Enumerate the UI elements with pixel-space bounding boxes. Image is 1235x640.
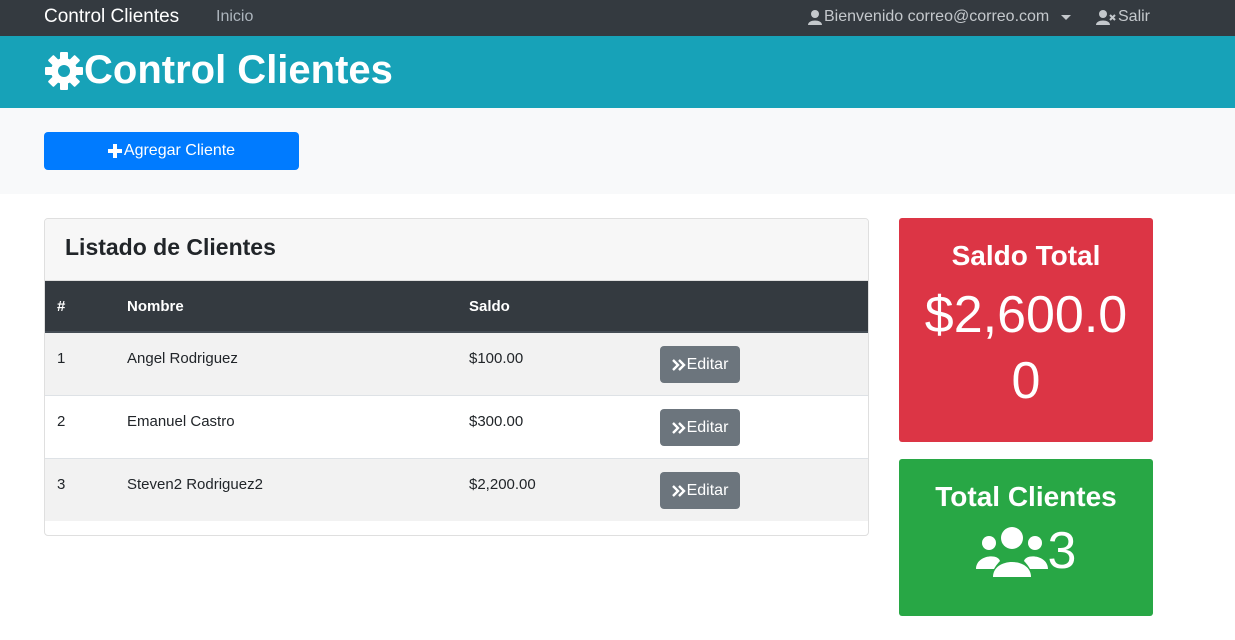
saldo-total-card: Saldo Total $2,600.00 [899,218,1153,442]
page-header: Control Clientes [0,36,1235,108]
double-chevron-right-icon [671,358,686,371]
double-chevron-right-icon [671,484,686,497]
user-icon [808,9,822,25]
column-header-num: # [45,281,127,333]
nav-link-inicio[interactable]: Inicio [216,8,253,26]
double-chevron-right-icon [671,421,686,434]
edit-button[interactable]: Editar [660,472,740,509]
edit-button[interactable]: Editar [660,346,740,383]
client-name: Angel Rodriguez [127,350,238,367]
caret-down-icon [1061,14,1072,20]
table-header-row: # Nombre Saldo [45,281,868,333]
logout-link[interactable]: Salir [1096,8,1150,26]
add-client-label: Agregar Cliente [123,142,236,159]
add-client-button[interactable]: Agregar Cliente [44,132,299,170]
table-row: 1 Angel Rodriguez $100.00 Editar [45,331,868,396]
actions-bar: Agregar Cliente [0,108,1235,194]
table-row: 2 Emanuel Castro $300.00 Editar [45,395,868,459]
client-name: Steven2 Rodriguez2 [127,476,263,493]
saldo-total-value: $2,600.00 [924,286,1128,410]
column-header-saldo: Saldo [469,281,660,333]
clients-card-header: Listado de Clientes [45,219,868,281]
client-saldo: $100.00 [469,350,524,367]
page-title-text: Control Clientes [84,48,393,92]
column-header-actions [660,281,868,333]
total-clients-label: Total Clientes [935,481,1117,512]
table-row: 3 Steven2 Rodriguez2 $2,200.00 Editar [45,458,868,521]
total-clients-card: Total Clientes 3 [899,459,1153,616]
column-header-nombre: Nombre [127,281,469,333]
user-dropdown[interactable]: Bienvenido correo@correo.com [808,8,1072,26]
client-name: Emanuel Castro [127,413,235,430]
row-number: 2 [57,413,66,430]
user-x-icon [1096,9,1116,25]
navbar-brand[interactable]: Control Clientes [44,6,179,28]
page-title: Control Clientes [44,48,393,93]
edit-label: Editar [686,418,729,436]
edit-button[interactable]: Editar [660,409,740,446]
logout-label: Salir [1118,8,1151,25]
total-clients-value: 3 [1047,522,1077,580]
plus-icon [107,144,122,158]
clients-card: Listado de Clientes # Nombre Saldo 1 Ang… [44,218,869,536]
client-saldo: $300.00 [469,413,524,430]
clients-table: # Nombre Saldo 1 Angel Rodriguez $100.00… [45,281,868,521]
gear-icon [45,51,83,90]
row-number: 1 [57,350,66,367]
row-number: 3 [57,476,66,493]
saldo-total-label: Saldo Total [951,240,1101,271]
client-saldo: $2,200.00 [469,476,536,493]
top-navbar: Control Clientes Inicio Bienvenido corre… [0,0,1235,36]
user-dropdown-label: Bienvenido correo@correo.com [824,8,1050,25]
edit-label: Editar [686,355,729,373]
edit-label: Editar [686,481,729,499]
clients-card-title: Listado de Clientes [65,234,276,260]
users-icon [975,527,1048,577]
